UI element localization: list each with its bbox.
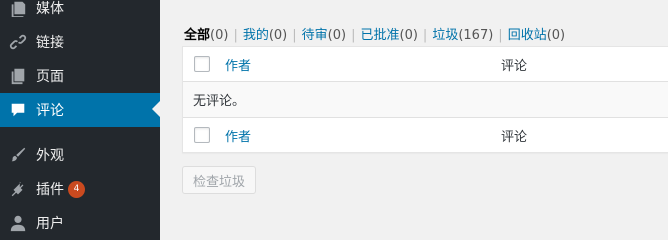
menu-item-links[interactable]: 链接 xyxy=(0,26,160,58)
column-author-sort[interactable]: 作者 xyxy=(225,55,251,74)
menu-item-plugins[interactable]: 插件 4 xyxy=(0,173,160,205)
select-all-checkbox[interactable] xyxy=(194,56,210,72)
comments-table: 作者 评论 无评论。 作者 评论 xyxy=(182,46,668,153)
filter-count: (0) xyxy=(546,28,566,43)
menu-item-label: 媒体 xyxy=(36,1,64,17)
menu-item-label: 外观 xyxy=(36,148,64,164)
menu-item-label: 页面 xyxy=(36,69,64,85)
filter-count: (0) xyxy=(210,28,229,43)
update-count-badge: 4 xyxy=(68,180,85,198)
paintbrush-icon xyxy=(8,145,28,165)
filter-approved[interactable]: 已批准(0) xyxy=(360,28,417,43)
column-comment-footer: 评论 xyxy=(501,129,528,145)
filter-spam[interactable]: 垃圾(167) xyxy=(432,28,493,43)
separator: | xyxy=(351,28,356,43)
select-all-checkbox-footer[interactable] xyxy=(194,127,210,143)
filter-pending[interactable]: 待审(0) xyxy=(302,28,346,43)
filter-trash[interactable]: 回收站(0) xyxy=(508,28,565,43)
menu-item-users[interactable]: 用户 xyxy=(0,207,160,239)
menu-item-comments[interactable]: 评论 xyxy=(0,93,160,127)
filter-count: (167) xyxy=(458,28,494,43)
comment-status-filters: 全部(0) | 我的(0) | 待审(0) | 已批准(0) | 垃圾(167) | 回收站(0) xyxy=(184,24,565,43)
no-items-row: 无评论。 xyxy=(183,82,668,117)
comment-icon xyxy=(8,100,28,120)
table-footer-row: 作者 评论 xyxy=(183,117,668,152)
menu-item-appearance[interactable]: 外观 xyxy=(0,139,160,171)
menu-item-label: 评论 xyxy=(36,103,64,119)
column-comment-header: 评论 xyxy=(501,58,528,74)
separator: | xyxy=(422,28,428,43)
filter-count: (0) xyxy=(327,28,347,43)
menu-item-pages[interactable]: 页面 xyxy=(0,60,160,92)
separator: | xyxy=(498,28,503,43)
plugin-icon xyxy=(8,179,28,199)
filter-all[interactable]: 全部(0) xyxy=(184,28,228,43)
link-icon xyxy=(8,32,28,52)
column-author-sort-footer[interactable]: 作者 xyxy=(225,126,251,145)
empty-message: 无评论。 xyxy=(193,94,246,109)
media-icon xyxy=(8,0,28,18)
admin-sidebar: 媒体 链接 页面 评论 外观 插件 4 用户 xyxy=(0,0,160,240)
menu-item-label: 用户 xyxy=(36,216,64,232)
filter-mine[interactable]: 我的(0) xyxy=(243,28,287,43)
page-icon xyxy=(8,66,28,86)
filter-count: (0) xyxy=(268,28,288,43)
menu-item-label: 链接 xyxy=(36,35,64,51)
empty-spam-button[interactable]: 检查垃圾 xyxy=(182,166,257,194)
separator: | xyxy=(233,28,238,43)
table-header-row: 作者 评论 xyxy=(183,47,668,82)
menu-item-label: 插件 xyxy=(36,182,64,198)
filter-count: (0) xyxy=(399,28,418,43)
separator: | xyxy=(292,28,297,43)
user-icon xyxy=(8,213,28,233)
menu-item-media[interactable]: 媒体 xyxy=(0,0,160,24)
